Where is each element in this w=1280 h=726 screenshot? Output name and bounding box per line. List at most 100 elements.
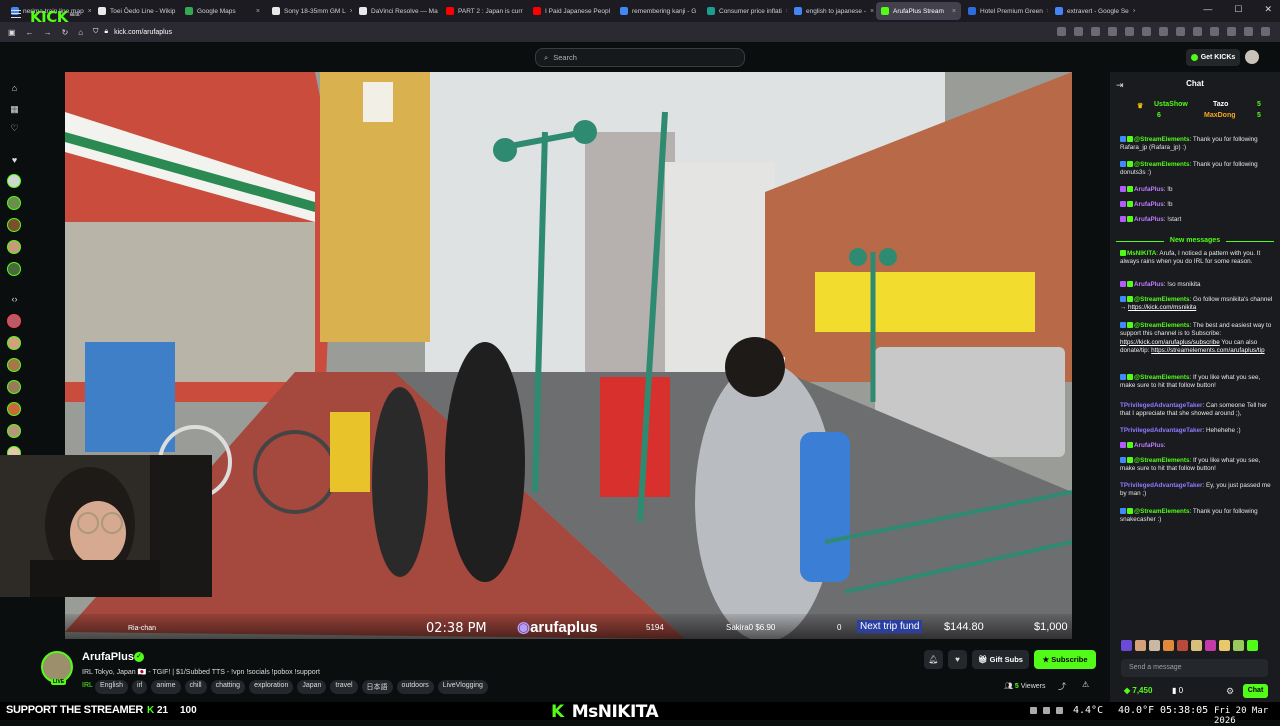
browser-tab[interactable]: Sony 18-35mm GM L × xyxy=(267,2,352,20)
browser-tab[interactable]: Hotel Premium Green × xyxy=(963,2,1048,20)
channel-avatar[interactable] xyxy=(7,240,21,254)
browser-tab[interactable]: I Paid Japanese Peopl× xyxy=(528,2,613,20)
browser-tab[interactable]: PART 2 : Japan is curr× xyxy=(441,2,526,20)
report-icon[interactable]: ⚠ xyxy=(1082,680,1089,689)
extension-icon[interactable] xyxy=(1142,27,1151,36)
channel-avatar[interactable] xyxy=(7,358,21,372)
new-messages-divider[interactable]: New messages xyxy=(1116,237,1274,244)
channel-avatar[interactable] xyxy=(7,262,21,276)
browser-tab[interactable]: english to japanese - × xyxy=(789,2,874,20)
extension-icon[interactable] xyxy=(1193,27,1202,36)
gift-subs-button[interactable]: 🎁︎ Gift Subs xyxy=(972,650,1029,669)
chat-link[interactable]: https://kick.com/arufaplus/subscribe xyxy=(1120,339,1220,346)
bookmark-icon[interactable] xyxy=(1091,27,1100,36)
stream-tag[interactable]: English xyxy=(95,680,128,694)
chat-message-input[interactable]: Send a message xyxy=(1121,659,1268,677)
top-gifter-name[interactable]: Tazo xyxy=(1213,101,1228,108)
channel-avatar[interactable] xyxy=(7,424,21,438)
channel-avatar[interactable] xyxy=(7,336,21,350)
stream-tag[interactable]: anime xyxy=(151,680,181,694)
kick-logo[interactable]: KICK BETA xyxy=(30,8,80,26)
maximize-icon[interactable]: ☐ xyxy=(1234,4,1242,15)
chat-link[interactable]: https://kick.com/msnikita xyxy=(1128,304,1196,311)
browse-icon[interactable]: ▦ xyxy=(10,105,19,114)
tab-close-icon[interactable]: × xyxy=(1133,8,1135,15)
browser-tab[interactable]: Toei Ōedo Line - Wikip× xyxy=(93,2,178,20)
channel-avatar[interactable] xyxy=(7,174,21,188)
channel-avatar[interactable] xyxy=(7,196,21,210)
browser-tab[interactable]: extravert - Google Se × xyxy=(1050,2,1135,20)
chat-username[interactable]: ArufaPlus xyxy=(1134,186,1164,193)
tab-close-icon[interactable]: × xyxy=(256,8,260,15)
send-chat-button[interactable]: Chat xyxy=(1243,684,1268,698)
tray-icon[interactable] xyxy=(1043,707,1050,714)
tab-close-icon[interactable]: × xyxy=(870,8,874,15)
url-text[interactable]: kick.com/arufaplus xyxy=(114,29,172,36)
channel-avatar[interactable] xyxy=(7,314,21,328)
notification-bell-icon[interactable]: 🔔︎ xyxy=(924,650,943,669)
chat-username[interactable]: @StreamElements xyxy=(1134,296,1190,303)
stream-tag[interactable]: LiveVlogging xyxy=(437,680,488,694)
stream-tag[interactable]: outdoors xyxy=(396,680,434,694)
emote-icon[interactable] xyxy=(1135,640,1146,651)
following-icon[interactable]: ♡ xyxy=(10,124,19,133)
emote-icon[interactable] xyxy=(1205,640,1216,651)
back-icon[interactable]: ← xyxy=(26,28,34,37)
top-gifter-name[interactable]: UstaShow xyxy=(1154,101,1188,108)
emote-icon[interactable] xyxy=(1191,640,1202,651)
follow-heart-icon[interactable]: ♥ xyxy=(948,650,967,669)
browser-tab[interactable]: DaVinci Resolve — Ma× xyxy=(354,2,439,20)
chat-username[interactable]: TPrivilegedAdvantageTaker xyxy=(1120,427,1202,434)
chat-username[interactable]: @StreamElements xyxy=(1134,457,1190,464)
stream-tag[interactable]: exploration xyxy=(249,680,294,694)
kicks-balance[interactable]: ◆ 7,450 xyxy=(1124,686,1152,695)
gear-icon[interactable]: ⚙ xyxy=(1226,686,1234,697)
download-icon[interactable] xyxy=(1125,27,1134,36)
chat-username[interactable]: @StreamElements xyxy=(1134,161,1190,168)
extension-icon[interactable] xyxy=(1176,27,1185,36)
stream-tag[interactable]: 日本語 xyxy=(361,680,393,694)
hamburger-menu-icon[interactable] xyxy=(11,10,21,18)
user-avatar[interactable] xyxy=(1245,50,1259,64)
stream-category[interactable]: IRL xyxy=(82,682,93,689)
reload-icon[interactable]: ↻ xyxy=(62,28,69,37)
url-bar[interactable]: ⛉ 🔒︎ kick.com/arufaplus xyxy=(93,28,172,36)
emote-icon[interactable] xyxy=(1233,640,1244,651)
menu-icon[interactable] xyxy=(1261,27,1270,36)
emote-icon[interactable] xyxy=(1163,640,1174,651)
emote-icon[interactable] xyxy=(1177,640,1188,651)
channel-avatar[interactable] xyxy=(7,380,21,394)
emote-icon[interactable] xyxy=(1121,640,1132,651)
home-icon[interactable]: ⌂ xyxy=(10,84,19,93)
extension-icon[interactable] xyxy=(1227,27,1236,36)
tab-close-icon[interactable]: × xyxy=(786,8,787,15)
extension-icon[interactable] xyxy=(1159,27,1168,36)
stream-tag[interactable]: chatting xyxy=(210,680,246,694)
chat-username[interactable]: @StreamElements xyxy=(1134,322,1190,329)
video-player[interactable] xyxy=(65,72,1072,639)
browser-tab[interactable]: remembering kanji - G× xyxy=(615,2,700,20)
chat-link[interactable]: https://streamelements.com/arufaplus/tip xyxy=(1151,347,1264,354)
get-kicks-button[interactable]: Get KICKs xyxy=(1186,49,1240,66)
sidebar-toggle-icon[interactable]: ▣ xyxy=(8,28,16,37)
tab-close-icon[interactable]: × xyxy=(350,8,352,15)
minimize-icon[interactable]: — xyxy=(1203,4,1212,15)
chat-username[interactable]: ArufaPlus xyxy=(1134,216,1164,223)
chat-username[interactable]: TPrivilegedAdvantageTaker xyxy=(1120,482,1202,489)
emote-icon[interactable] xyxy=(1247,640,1258,651)
extension-icon[interactable] xyxy=(1210,27,1219,36)
search-input[interactable]: ⌕ Search xyxy=(535,48,745,67)
channel-avatar[interactable] xyxy=(7,218,21,232)
tab-close-icon[interactable]: × xyxy=(952,8,956,15)
stream-tag[interactable]: travel xyxy=(330,680,358,694)
tab-close-icon[interactable]: × xyxy=(1047,8,1048,15)
chat-username[interactable]: ArufaPlus xyxy=(1134,281,1164,288)
tray-icon[interactable] xyxy=(1056,707,1063,714)
browser-tab[interactable]: Consumer price inflati × xyxy=(702,2,787,20)
emote-icon[interactable] xyxy=(1149,640,1160,651)
chat-username[interactable]: ArufaPlus xyxy=(1134,201,1164,208)
browser-tab[interactable]: Google Maps × xyxy=(180,2,265,20)
extension-icon[interactable] xyxy=(1057,27,1066,36)
stream-tag[interactable]: irl xyxy=(131,680,148,694)
chat-username[interactable]: @StreamElements xyxy=(1134,136,1190,143)
